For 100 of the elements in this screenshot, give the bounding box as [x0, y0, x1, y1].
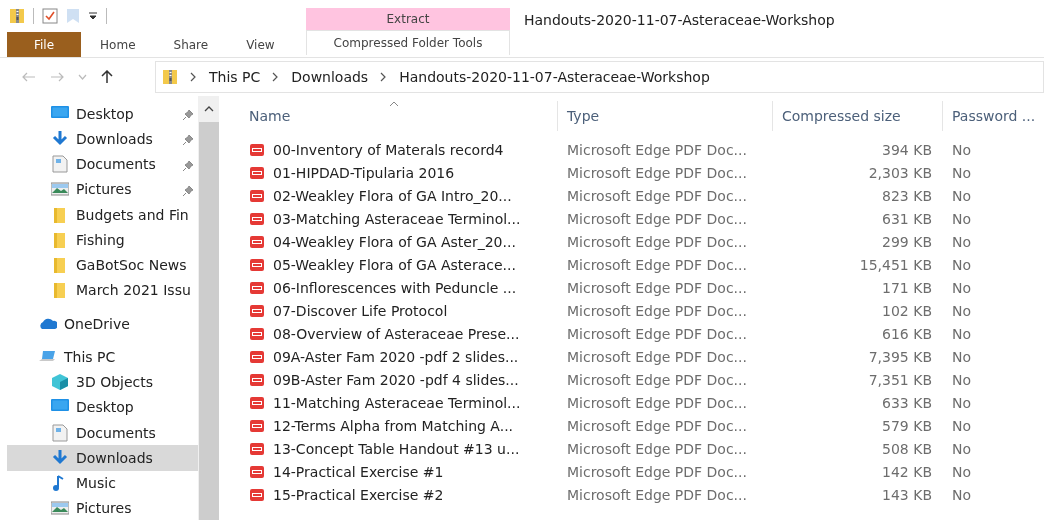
sidebar-item[interactable]: Pictures [7, 495, 198, 520]
ribbon-tab[interactable]: Compressed Folder Tools [306, 30, 510, 55]
file-name[interactable]: 04-Weakley Flora of GA Aster_20... [273, 233, 516, 250]
scroll-up-icon[interactable] [203, 106, 214, 112]
password-status: No [951, 279, 973, 296]
pdf-file-icon [249, 234, 265, 249]
password-status: No [951, 141, 973, 158]
file-name[interactable]: 02-Weakley Flora of GA Intro_20... [273, 187, 512, 204]
file-size: 631 KB [881, 210, 933, 227]
password-status: No [951, 371, 973, 388]
file-name[interactable]: 14-Practical Exercise #1 [273, 463, 444, 480]
ribbon-tab[interactable]: Home [81, 32, 155, 57]
breadcrumb[interactable]: Downloads [291, 69, 369, 85]
file-type: Microsoft Edge PDF Doc... [566, 486, 748, 503]
pdf-file-icon [249, 487, 265, 502]
file-type: Microsoft Edge PDF Doc... [566, 141, 748, 158]
file-name[interactable]: 05-Weakley Flora of GA Asterace... [273, 256, 516, 273]
sidebar-item[interactable]: Pictures [7, 176, 198, 203]
column-header[interactable]: Name [245, 101, 557, 131]
sidebar-item[interactable]: GaBotSoc News [7, 252, 198, 278]
sidebar-item[interactable]: Documents [7, 151, 198, 177]
pdf-file-icon [249, 257, 265, 272]
breadcrumb[interactable]: Handouts-2020-11-07-Asteraceae-Workshop [399, 69, 710, 85]
sidebar-item[interactable]: OneDrive [7, 311, 198, 337]
recent-locations-icon[interactable] [78, 74, 87, 80]
file-name[interactable]: 09A-Aster Fam 2020 -pdf 2 slides... [273, 348, 519, 365]
file-size: 508 KB [881, 440, 933, 457]
file-type: Microsoft Edge PDF Doc... [566, 440, 748, 457]
sidebar-item[interactable]: Downloads [7, 445, 198, 471]
file-name[interactable]: 08-Overview of Asteraceae Prese... [273, 325, 520, 342]
chevron-icon [272, 72, 280, 82]
pdf-file-icon [249, 211, 265, 226]
pdf-file-icon [249, 441, 265, 456]
sidebar-item[interactable]: Downloads [7, 126, 198, 152]
file-type: Microsoft Edge PDF Doc... [566, 210, 748, 227]
pdf-file-icon [249, 280, 265, 295]
file-size: 616 KB [881, 325, 933, 342]
download-arrow-icon [51, 129, 69, 148]
chevron-icon [380, 72, 388, 82]
chevron-icon [190, 72, 197, 82]
sidebar-item[interactable]: Music [7, 470, 198, 496]
file-name[interactable]: 13-Concept Table Handout #13 u... [273, 440, 520, 457]
sidebar-item[interactable]: Fishing [7, 227, 198, 253]
file-name[interactable]: 01-HIPDAD-Tipularia 2016 [273, 164, 455, 181]
sidebar-item[interactable]: Budgets and Fin [7, 202, 198, 228]
file-name[interactable]: 00-Inventory of Materals record4 [273, 141, 504, 158]
password-status: No [951, 302, 973, 319]
pdf-file-icon [249, 188, 265, 203]
file-name[interactable]: 06-Inflorescences with Peduncle ... [273, 279, 517, 296]
pictures-icon [51, 499, 69, 518]
column-header[interactable]: Type [557, 101, 772, 131]
zip-folder-icon [9, 7, 25, 25]
sidebar-item[interactable]: Desktop [7, 101, 198, 127]
sort-caret-icon [389, 101, 399, 107]
file-name[interactable]: 12-Terms Alpha from Matching A... [273, 417, 514, 434]
file-size: 171 KB [881, 279, 933, 296]
sidebar-item[interactable]: This PC [7, 344, 198, 370]
column-header[interactable]: Compressed size [772, 101, 942, 131]
pdf-file-icon [249, 303, 265, 318]
file-tab[interactable]: File [7, 32, 82, 57]
file-size: 7,395 KB [867, 348, 933, 365]
file-type: Microsoft Edge PDF Doc... [566, 394, 748, 411]
pdf-file-icon [249, 142, 265, 157]
dropdown-icon[interactable] [88, 12, 98, 20]
sidebar-item[interactable]: Desktop [7, 394, 198, 420]
cube-icon [51, 373, 69, 392]
file-name[interactable]: 11-Matching Asteraceae Terminol... [273, 394, 521, 411]
file-name[interactable]: 15-Practical Exercise #2 [273, 486, 444, 503]
file-name[interactable]: 09B-Aster Fam 2020 -pdf 4 slides... [273, 371, 519, 388]
file-name[interactable]: 03-Matching Asteraceae Terminol... [273, 210, 521, 227]
pdf-file-icon [249, 165, 265, 180]
file-type: Microsoft Edge PDF Doc... [566, 233, 748, 250]
forward-icon[interactable] [50, 72, 64, 82]
file-size: 823 KB [881, 187, 933, 204]
password-status: No [951, 463, 973, 480]
properties-icon[interactable] [42, 8, 58, 24]
password-status: No [951, 325, 973, 342]
password-status: No [951, 187, 973, 204]
sidebar-item[interactable]: 3D Objects [7, 369, 198, 395]
document-icon [51, 423, 69, 442]
breadcrumb[interactable]: This PC [209, 69, 261, 85]
password-status: No [951, 233, 973, 250]
file-type: Microsoft Edge PDF Doc... [566, 325, 748, 342]
ribbon-tab[interactable]: Share [154, 32, 228, 57]
password-status: No [951, 256, 973, 273]
back-icon[interactable] [22, 72, 36, 82]
file-type: Microsoft Edge PDF Doc... [566, 164, 748, 181]
file-type: Microsoft Edge PDF Doc... [566, 187, 748, 204]
file-name[interactable]: 07-Discover Life Protocol [273, 302, 448, 319]
file-type: Microsoft Edge PDF Doc... [566, 463, 748, 480]
address-bar[interactable]: This PC Downloads Handouts-2020-11-07-Asteraceae-Workshop [155, 61, 1044, 93]
bookmark-icon[interactable] [66, 8, 80, 24]
up-arrow-icon[interactable] [101, 70, 113, 84]
column-header[interactable]: Password ... [942, 101, 1032, 131]
zip-folder-icon [162, 68, 178, 86]
ribbon-tab[interactable]: View [227, 32, 294, 57]
pdf-file-icon [249, 395, 265, 410]
sidebar-item[interactable]: Documents [7, 419, 198, 446]
pdf-file-icon [249, 372, 265, 387]
sidebar-item[interactable]: March 2021 Issu [7, 277, 198, 304]
